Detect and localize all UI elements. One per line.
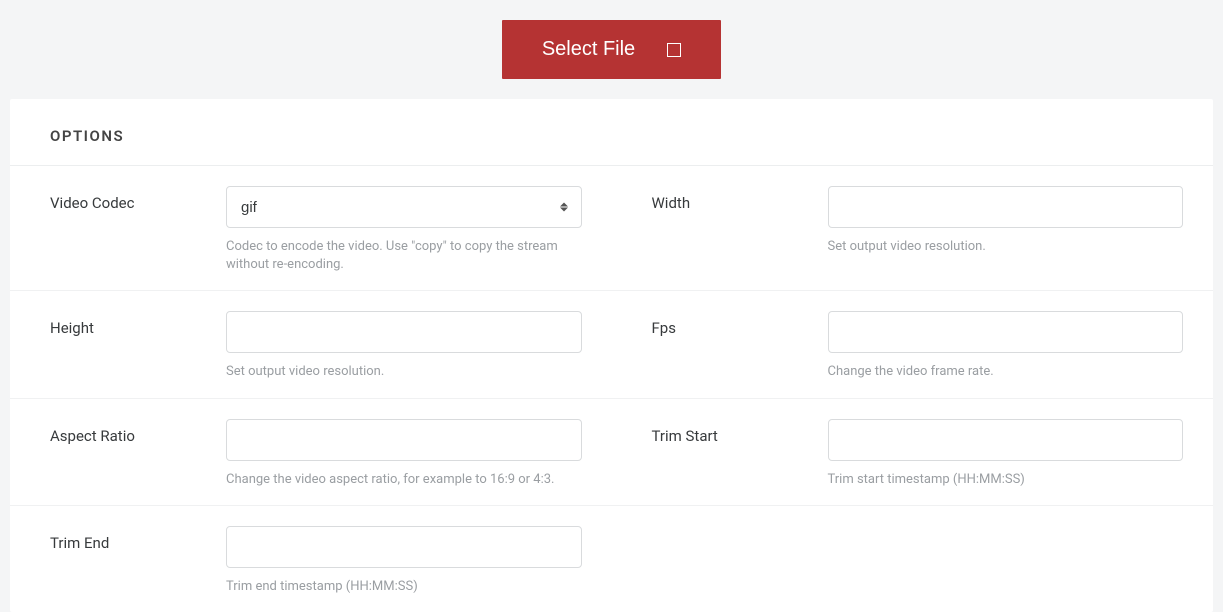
aspect-ratio-help: Change the video aspect ratio, for examp… — [226, 471, 582, 489]
trim-start-help: Trim start timestamp (HH:MM:SS) — [828, 471, 1184, 489]
option-trim-start: Trim Start Trim start timestamp (HH:MM:S… — [612, 399, 1214, 506]
fps-label: Fps — [652, 311, 828, 337]
width-label: Width — [652, 186, 828, 212]
video-codec-label: Video Codec — [50, 186, 226, 212]
height-input[interactable] — [226, 311, 582, 353]
option-video-codec: Video Codec gif Codec to encode the vide… — [10, 166, 612, 291]
aspect-ratio-label: Aspect Ratio — [50, 419, 226, 445]
options-panel: OPTIONS Video Codec gif Codec to encode … — [10, 99, 1213, 612]
width-help: Set output video resolution. — [828, 238, 1184, 256]
options-grid: Video Codec gif Codec to encode the vide… — [10, 166, 1213, 612]
video-codec-help: Codec to encode the video. Use "copy" to… — [226, 238, 582, 274]
width-input[interactable] — [828, 186, 1184, 228]
trim-start-label: Trim Start — [652, 419, 828, 445]
fps-help: Change the video frame rate. — [828, 363, 1184, 381]
option-height: Height Set output video resolution. — [10, 291, 612, 398]
height-help: Set output video resolution. — [226, 363, 582, 381]
option-fps: Fps Change the video frame rate. — [612, 291, 1214, 398]
video-codec-select[interactable]: gif — [226, 186, 582, 228]
option-width: Width Set output video resolution. — [612, 166, 1214, 291]
option-aspect-ratio: Aspect Ratio Change the video aspect rat… — [10, 399, 612, 506]
panel-title: OPTIONS — [50, 127, 1173, 145]
height-label: Height — [50, 311, 226, 337]
select-file-label: Select File — [542, 38, 635, 61]
panel-header: OPTIONS — [10, 99, 1213, 166]
fps-input[interactable] — [828, 311, 1184, 353]
option-trim-end: Trim End Trim end timestamp (HH:MM:SS) — [10, 506, 612, 612]
aspect-ratio-input[interactable] — [226, 419, 582, 461]
select-file-button[interactable]: Select File — [502, 20, 721, 79]
trim-start-input[interactable] — [828, 419, 1184, 461]
trim-end-label: Trim End — [50, 526, 226, 552]
trim-end-help: Trim end timestamp (HH:MM:SS) — [226, 578, 582, 596]
trim-end-input[interactable] — [226, 526, 582, 568]
file-icon — [667, 43, 681, 57]
